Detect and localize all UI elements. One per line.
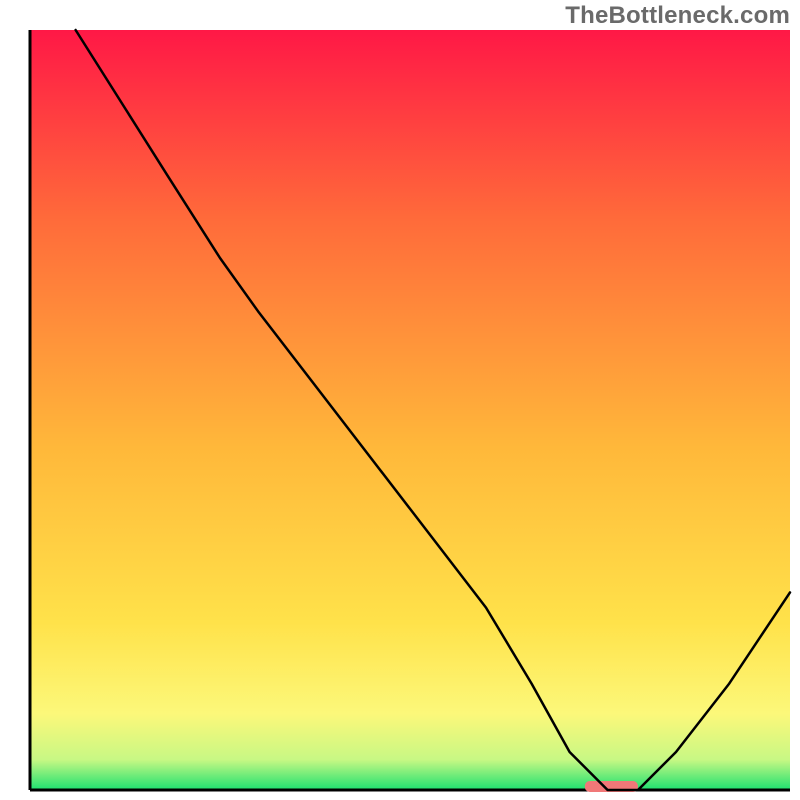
bottleneck-chart: TheBottleneck.com <box>0 0 800 800</box>
chart-svg <box>0 0 800 800</box>
plot-background <box>30 30 790 790</box>
